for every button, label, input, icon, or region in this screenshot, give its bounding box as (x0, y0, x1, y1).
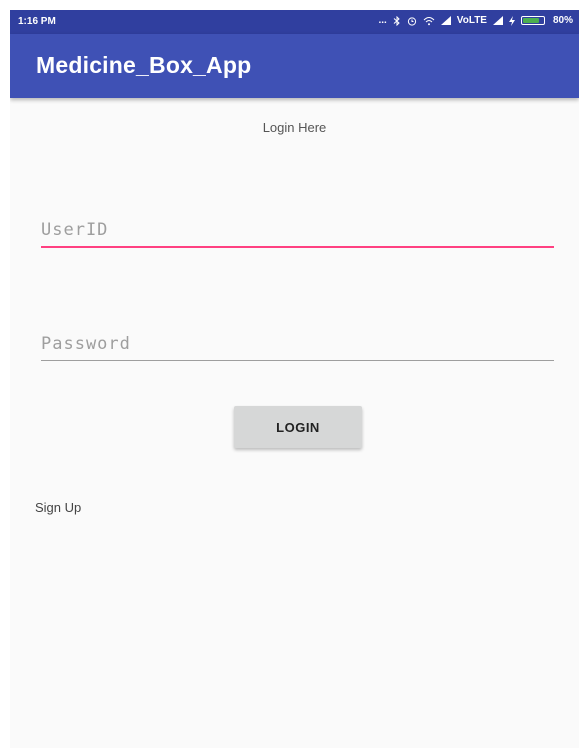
signal-icon (492, 16, 503, 25)
password-field (41, 327, 554, 361)
charging-icon (508, 15, 515, 26)
signal-icon (440, 16, 451, 25)
userid-field (41, 214, 554, 248)
more-notifications-indicator: ... (378, 15, 387, 26)
status-icons: ... VoLTE 80% (378, 15, 573, 26)
login-heading: Login Here (262, 120, 327, 135)
alarm-icon (407, 16, 417, 26)
battery-percent: 80% (552, 15, 573, 26)
battery-icon (520, 16, 545, 25)
app-screen: 1:16 PM ... VoLTE 80% Medicine_Box_App L… (10, 10, 579, 748)
sign-up-link[interactable]: Sign Up (35, 500, 81, 515)
login-button[interactable]: LOGIN (234, 406, 362, 448)
password-input[interactable] (41, 327, 554, 360)
app-title: Medicine_Box_App (36, 52, 252, 78)
wifi-icon (423, 16, 435, 26)
userid-input[interactable] (41, 214, 554, 246)
network-type: VoLTE (456, 15, 487, 26)
status-bar: 1:16 PM ... VoLTE 80% (10, 10, 579, 34)
bluetooth-icon (393, 15, 401, 26)
app-bar: Medicine_Box_App (10, 34, 579, 98)
battery-level (522, 18, 539, 23)
status-time: 1:16 PM (18, 16, 56, 27)
